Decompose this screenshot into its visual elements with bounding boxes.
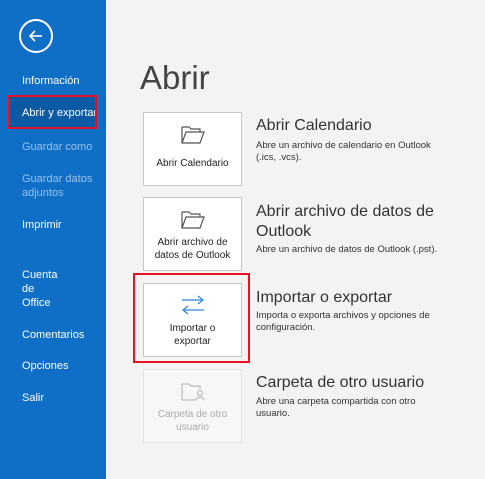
option-title: Importar o exportar bbox=[256, 289, 393, 306]
back-button[interactable] bbox=[19, 19, 53, 53]
abrir-calendario-tile[interactable]: Abrir Calendario bbox=[143, 112, 242, 186]
nav-item-guardar-como: Guardar como bbox=[22, 141, 93, 153]
shared-folder-user-icon bbox=[144, 380, 241, 404]
option-description: Abre un archivo de datos de Outlook (.ps… bbox=[256, 244, 438, 255]
back-arrow-icon bbox=[28, 30, 42, 42]
nav-item-salir[interactable]: Salir bbox=[22, 391, 44, 405]
option-title: Carpeta de otro usuario bbox=[256, 374, 425, 391]
page-title: Abrir bbox=[140, 59, 210, 96]
nav-item-guardar-datos-adjuntos: Guardar datos adjuntos bbox=[22, 173, 93, 199]
tile-label: Abrir Calendario bbox=[156, 158, 229, 169]
carpeta-otro-usuario-tile: Carpeta de otro usuario bbox=[143, 369, 242, 443]
option-title: Abrir Calendario bbox=[256, 117, 372, 134]
nav-item-informacion[interactable]: Información bbox=[22, 74, 79, 88]
tile-label: Abrir archivo de datos de Outlook bbox=[154, 237, 231, 261]
option-title: Abrir archivo de datos de Outlook bbox=[256, 203, 434, 240]
option-description: Abre un archivo de calendario en Outlook… bbox=[256, 140, 431, 163]
tile-label: Carpeta de otro usuario bbox=[157, 409, 228, 433]
backstage-sidebar: Información Abrir y exportar Guardar com… bbox=[0, 0, 106, 479]
nav-item-comentarios[interactable]: Comentarios bbox=[22, 328, 84, 342]
option-description: Importa o exporta archivos y opciones de… bbox=[256, 310, 430, 333]
folder-open-icon bbox=[144, 123, 241, 147]
highlight-box-tile bbox=[133, 273, 250, 363]
nav-item-cuenta-de-office[interactable]: Cuenta de Office bbox=[22, 268, 62, 310]
option-description: Abre una carpeta compartida con otro usu… bbox=[256, 396, 416, 419]
abrir-archivo-datos-tile[interactable]: Abrir archivo de datos de Outlook bbox=[143, 197, 242, 271]
highlight-box-sidebar bbox=[8, 95, 97, 129]
folder-open-icon bbox=[144, 208, 241, 232]
nav-item-imprimir[interactable]: Imprimir bbox=[22, 218, 62, 232]
nav-item-opciones[interactable]: Opciones bbox=[22, 359, 68, 373]
